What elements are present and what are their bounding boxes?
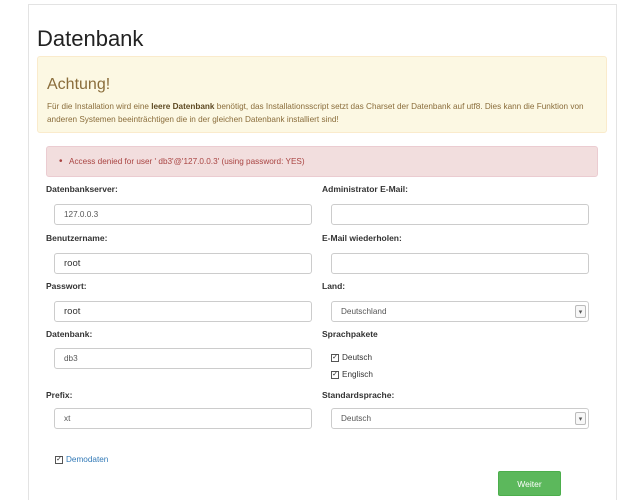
- country-label: Land:: [322, 281, 346, 291]
- page-title: Datenbank: [37, 26, 144, 51]
- chevron-down-icon[interactable]: ▾: [575, 412, 586, 425]
- demo-data-option[interactable]: ✓ Demodaten: [55, 455, 108, 464]
- default-language-select[interactable]: Deutsch ▾: [331, 408, 589, 429]
- password-label: Passwort:: [46, 281, 87, 291]
- default-language-label: Standardsprache:: [322, 390, 395, 400]
- demo-data-label[interactable]: Demodaten: [66, 455, 108, 464]
- warning-alert: Achtung! Für die Installation wird eine …: [37, 56, 607, 133]
- database-input[interactable]: db3: [54, 348, 312, 369]
- default-language-value: Deutsch: [341, 414, 372, 423]
- country-value: Deutschland: [341, 307, 387, 316]
- error-message: Access denied for user ' db3'@'127.0.0.3…: [59, 156, 305, 167]
- username-label: Benutzername:: [46, 233, 108, 243]
- country-select[interactable]: Deutschland ▾: [331, 301, 589, 322]
- language-pack-deutsch-label: Deutsch: [342, 353, 373, 362]
- language-pack-deutsch-checkbox[interactable]: ✓: [331, 353, 339, 362]
- warning-text: Für die Installation wird eine leere Dat…: [47, 102, 584, 124]
- language-pack-englisch-label: Englisch: [342, 370, 373, 379]
- warning-heading: Achtung!: [47, 76, 111, 93]
- db-server-label: Datenbankserver:: [46, 184, 118, 194]
- prefix-label: Prefix:: [46, 390, 73, 400]
- email-repeat-input[interactable]: [331, 253, 589, 274]
- email-repeat-label: E-Mail wiederholen:: [322, 233, 402, 243]
- admin-email-input[interactable]: [331, 204, 589, 225]
- language-pack-englisch-checkbox[interactable]: ✓: [331, 370, 339, 379]
- database-label: Datenbank:: [46, 329, 93, 339]
- prefix-input[interactable]: xt: [54, 408, 312, 429]
- username-input[interactable]: root: [54, 253, 312, 274]
- password-input[interactable]: root: [54, 301, 312, 322]
- admin-email-label: Administrator E-Mail:: [322, 184, 408, 194]
- warning-emphasis: leere Datenbank: [151, 102, 215, 111]
- demo-data-checkbox[interactable]: ✓: [55, 455, 63, 464]
- language-packs-label: Sprachpakete: [322, 329, 378, 339]
- next-button[interactable]: Weiter: [498, 471, 561, 496]
- db-server-input[interactable]: 127.0.0.3: [54, 204, 312, 225]
- chevron-down-icon[interactable]: ▾: [575, 305, 586, 318]
- language-pack-deutsch[interactable]: ✓ Deutsch: [331, 353, 372, 362]
- error-alert: Access denied for user ' db3'@'127.0.0.3…: [46, 146, 598, 177]
- language-pack-englisch[interactable]: ✓ Englisch: [331, 370, 373, 379]
